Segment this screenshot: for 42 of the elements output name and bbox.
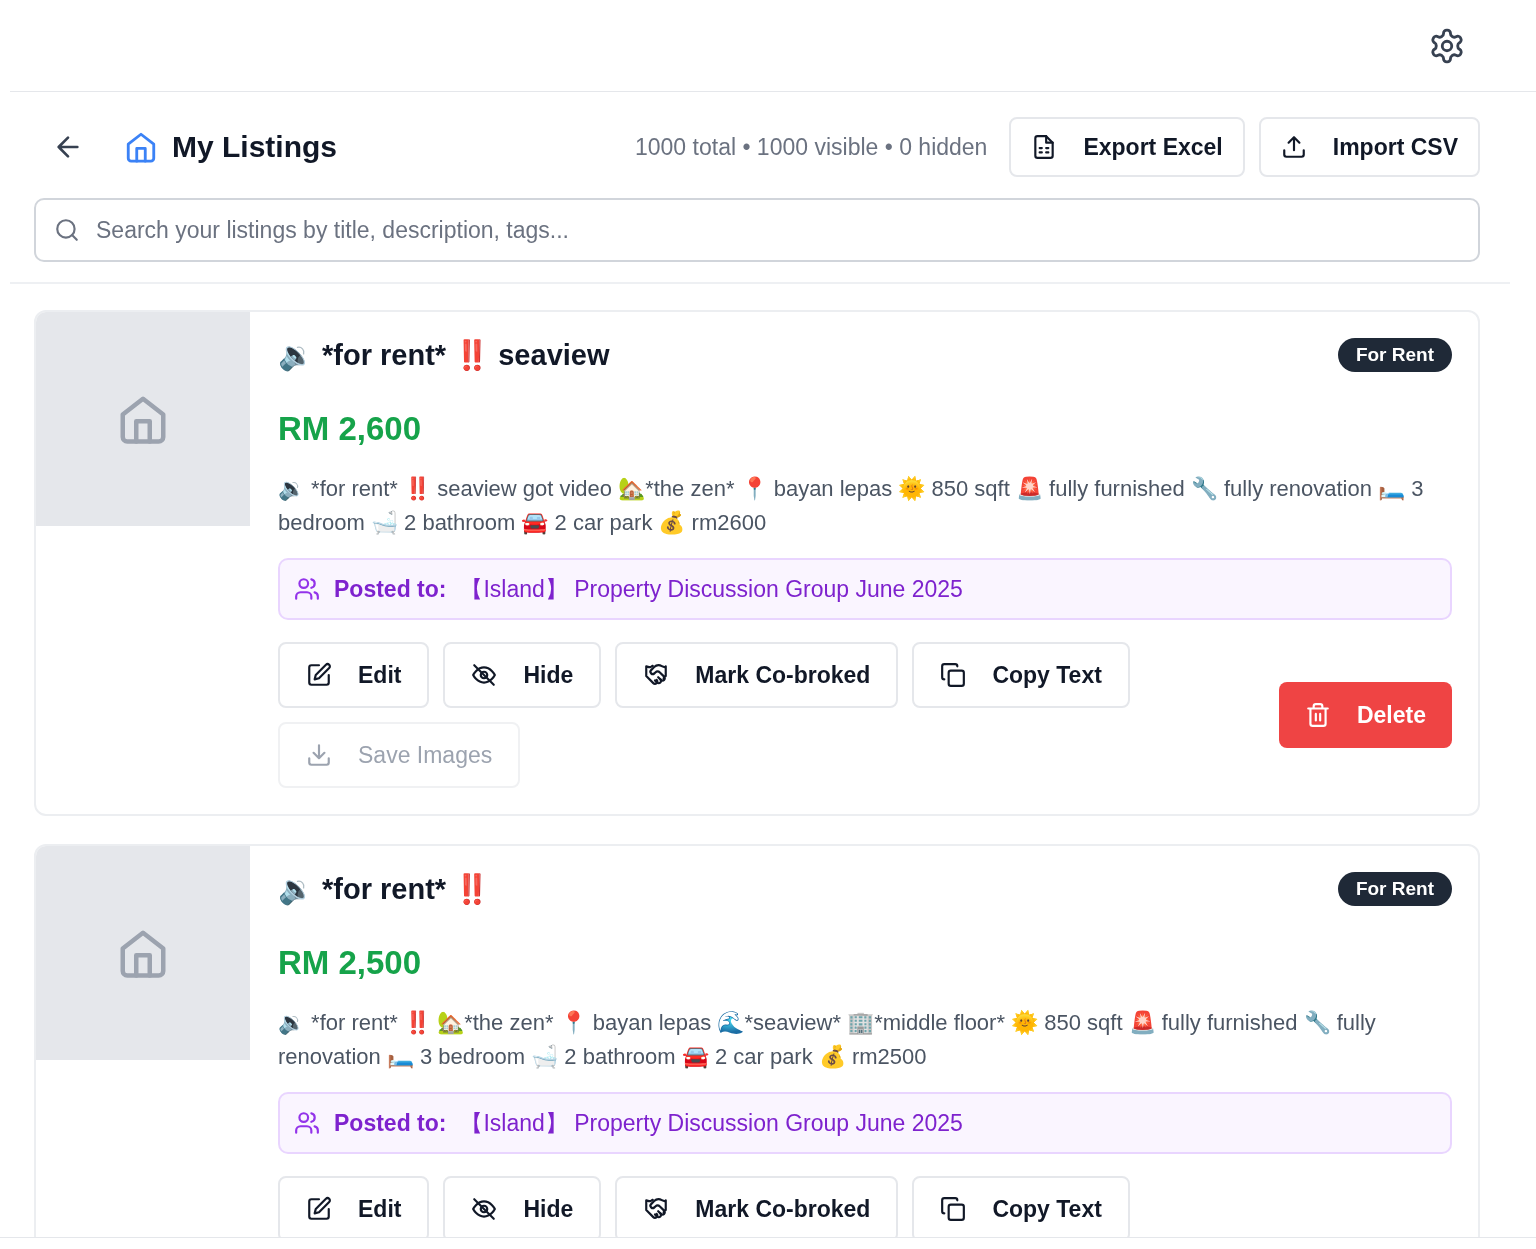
copy-button[interactable]: Copy Text bbox=[912, 642, 1130, 708]
edit-button[interactable]: Edit bbox=[278, 1176, 430, 1237]
settings-icon[interactable] bbox=[1428, 26, 1466, 65]
search-field[interactable]: Search your listings by title, description, tags... bbox=[34, 198, 1480, 262]
pencil-icon bbox=[306, 1196, 332, 1222]
posted-to-label: Posted to: bbox=[334, 1109, 447, 1137]
import-button[interactable]: Import CSV bbox=[1258, 117, 1480, 177]
listing-description: 🔉 *for rent* ‼ seaview got video 🏡*the zen* 📍 bayan lepas 🌞 850 sqft 🚨 fully furnished 🔧 fully renovation 🛏 3 bedroom 🛁 2 bathroom 🚘 2 car park 💰 rm2600 bbox=[278, 475, 1425, 537]
handshake-icon bbox=[643, 1196, 670, 1222]
listing-stats: 1000 total • 1000 visible • 0 hidden bbox=[635, 133, 988, 161]
listing-title: 🔉 *for rent* ‼ bbox=[278, 872, 491, 906]
page-title: My Listings bbox=[172, 130, 337, 164]
search-icon bbox=[54, 217, 80, 243]
cobroke-button[interactable]: Mark Co-broked bbox=[615, 1176, 899, 1237]
upload-icon bbox=[1280, 134, 1307, 160]
house-icon bbox=[124, 130, 158, 164]
listing-price: RM 2,600 bbox=[278, 410, 423, 448]
listing-price: RM 2,500 bbox=[278, 944, 423, 982]
delete-button[interactable]: Delete bbox=[1278, 682, 1452, 748]
cobroke-button[interactable]: Mark Co-broked bbox=[615, 642, 899, 708]
export-button[interactable]: Export Excel bbox=[1009, 117, 1245, 177]
group-name: 【Island】 Property Discussion Group June 2025 bbox=[460, 574, 963, 604]
listing-description: 🔉 *for rent* ‼ 🏡*the zen* 📍 bayan lepas 🌊*seaview* 🏢*middle floor* 🌞 850 sqft 🚨 fully furnished 🔧 fully renovation 🛏 3 bedroom 🛁 2 bathroom 🚘 2 car park 💰 rm2500 bbox=[278, 1009, 1377, 1071]
status-badge: For Rent bbox=[1337, 872, 1452, 906]
status-badge: For Rent bbox=[1337, 338, 1452, 372]
copy-icon bbox=[940, 1196, 967, 1222]
listing-title: 🔉 *for rent* ‼ seaview bbox=[278, 338, 610, 372]
pencil-icon bbox=[306, 662, 332, 688]
users-icon bbox=[294, 1110, 320, 1136]
group-name: 【Island】 Property Discussion Group June 2025 bbox=[460, 1108, 963, 1138]
hide-button[interactable]: Hide bbox=[443, 1176, 602, 1237]
copy-button[interactable]: Copy Text bbox=[912, 1176, 1130, 1237]
hide-button[interactable]: Hide bbox=[443, 642, 602, 708]
download-icon bbox=[306, 742, 332, 768]
trash-icon bbox=[1304, 702, 1331, 728]
handshake-icon bbox=[643, 662, 670, 688]
eye-off-icon bbox=[471, 662, 498, 688]
users-icon bbox=[294, 576, 320, 602]
edit-button[interactable]: Edit bbox=[278, 642, 430, 708]
eye-off-icon bbox=[471, 1196, 498, 1222]
copy-icon bbox=[940, 662, 967, 688]
posted-to-label: Posted to: bbox=[334, 575, 447, 603]
